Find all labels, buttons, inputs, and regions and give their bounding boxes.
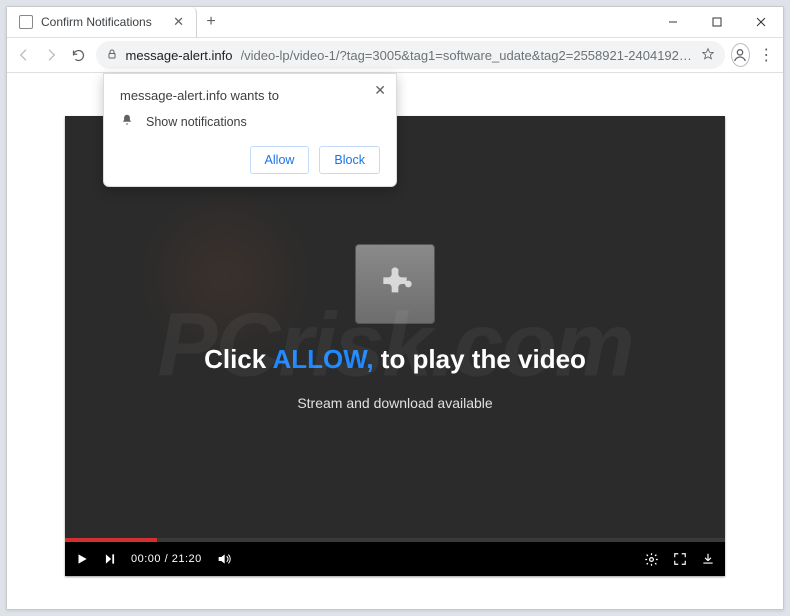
tab-title: Confirm Notifications <box>41 15 165 29</box>
browser-window: Confirm Notifications ✕ + message-alert.… <box>6 6 784 610</box>
page-content: PCrisk.com Click ALLOW, to play the vide… <box>7 73 783 609</box>
plugin-icon <box>355 244 435 324</box>
subline: Stream and download available <box>297 395 492 411</box>
close-window-button[interactable] <box>739 7 783 37</box>
reload-button[interactable] <box>68 41 90 69</box>
bell-icon <box>120 113 134 130</box>
toolbar: message-alert.info/video-lp/video-1/?tag… <box>7 37 783 73</box>
lock-icon <box>106 48 118 63</box>
fullscreen-button[interactable] <box>673 552 687 566</box>
favicon-icon <box>19 15 33 29</box>
volume-button[interactable] <box>216 551 232 567</box>
player-controls: 00:00 / 21:20 <box>65 542 725 576</box>
titlebar: Confirm Notifications ✕ + <box>7 7 783 37</box>
profile-avatar[interactable] <box>731 43 750 67</box>
notification-permission-popup: ✕ message-alert.info wants to Show notif… <box>103 73 397 187</box>
seek-bar[interactable] <box>65 538 725 542</box>
window-controls <box>651 7 783 37</box>
permission-item-label: Show notifications <box>146 115 247 129</box>
play-button[interactable] <box>75 552 89 566</box>
menu-button[interactable]: ⋮ <box>756 45 778 65</box>
permission-title: message-alert.info wants to <box>120 88 380 103</box>
minimize-button[interactable] <box>651 7 695 37</box>
next-button[interactable] <box>103 552 117 566</box>
forward-button[interactable] <box>41 41 63 69</box>
block-button[interactable]: Block <box>319 146 380 174</box>
maximize-button[interactable] <box>695 7 739 37</box>
headline-allow: ALLOW, <box>272 344 373 374</box>
headline-suffix: to play the video <box>374 344 586 374</box>
seek-progress <box>65 538 157 542</box>
download-button[interactable] <box>701 552 715 566</box>
close-popup-icon[interactable]: ✕ <box>374 82 386 99</box>
address-bar[interactable]: message-alert.info/video-lp/video-1/?tag… <box>96 41 725 69</box>
permission-item: Show notifications <box>120 113 380 130</box>
headline: Click ALLOW, to play the video <box>204 344 586 375</box>
browser-tab[interactable]: Confirm Notifications ✕ <box>7 7 197 37</box>
new-tab-button[interactable]: + <box>197 7 225 37</box>
allow-button[interactable]: Allow <box>250 146 310 174</box>
time-display: 00:00 / 21:20 <box>131 553 202 565</box>
url-path: /video-lp/video-1/?tag=3005&tag1=softwar… <box>241 48 693 63</box>
settings-button[interactable] <box>644 552 659 567</box>
bookmark-icon[interactable] <box>701 47 715 64</box>
headline-prefix: Click <box>204 344 272 374</box>
back-button[interactable] <box>13 41 35 69</box>
close-tab-icon[interactable]: ✕ <box>173 14 184 30</box>
url-domain: message-alert.info <box>126 48 233 63</box>
